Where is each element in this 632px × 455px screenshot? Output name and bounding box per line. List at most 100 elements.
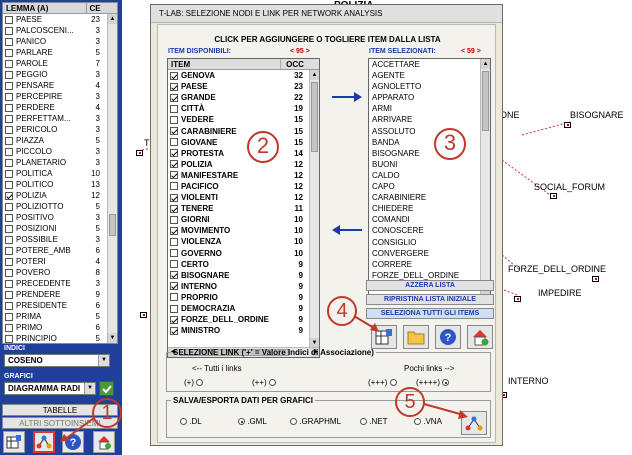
- lemma-row[interactable]: PAROLE 7: [3, 58, 117, 69]
- chevron-down-icon[interactable]: ▼: [98, 355, 109, 366]
- item-checkbox[interactable]: [170, 127, 178, 136]
- dialog-home-button[interactable]: [467, 325, 493, 349]
- lemma-row[interactable]: PERCEPIRE 3: [3, 91, 117, 102]
- item-checkbox[interactable]: [170, 115, 178, 124]
- selected-item[interactable]: ASSOLUTO: [369, 126, 490, 137]
- lemma-checkbox[interactable]: [5, 147, 13, 156]
- lemma-row[interactable]: PEGGIO 3: [3, 69, 117, 80]
- occ-header[interactable]: OCC: [281, 59, 309, 69]
- lemma-checkbox[interactable]: [5, 235, 13, 244]
- item-row[interactable]: DEMOCRAZIA 9: [168, 303, 319, 314]
- lemma-row[interactable]: PRIMO 6: [3, 322, 117, 333]
- lemma-checkbox[interactable]: [5, 279, 13, 288]
- selected-item[interactable]: CONVERGERE: [369, 248, 490, 259]
- selected-item[interactable]: CONSIGLIO: [369, 237, 490, 248]
- item-row[interactable]: PACIFICO 12: [168, 181, 319, 192]
- graph-node-left[interactable]: [140, 312, 147, 318]
- link-option[interactable]: (+): [184, 378, 204, 387]
- item-checkbox[interactable]: [170, 226, 178, 235]
- lemma-row[interactable]: PRINCIPIO 5: [3, 333, 117, 343]
- open-folder-button[interactable]: [403, 325, 429, 349]
- item-row[interactable]: MINISTRO 9: [168, 325, 319, 336]
- graph-node-bisognare[interactable]: [564, 122, 571, 128]
- item-row[interactable]: VEDERE 15: [168, 114, 319, 125]
- lemma-header[interactable]: LEMMA (A): [3, 3, 87, 13]
- selected-item[interactable]: ARRIVARE: [369, 114, 490, 125]
- dialog-help-button[interactable]: ?: [435, 325, 461, 349]
- item-row[interactable]: MANIFESTARE 12: [168, 170, 319, 181]
- lemma-checkbox[interactable]: [5, 81, 13, 90]
- lemma-row[interactable]: POVERO 8: [3, 267, 117, 278]
- lemma-row[interactable]: PARLARE 5: [3, 47, 117, 58]
- link-radio[interactable]: [389, 379, 397, 387]
- item-checkbox[interactable]: [170, 193, 178, 202]
- table-tool-button[interactable]: [3, 431, 25, 453]
- item-checkbox[interactable]: [170, 304, 178, 313]
- scroll-up-icon[interactable]: ▲: [108, 14, 117, 24]
- lemma-checkbox[interactable]: [5, 323, 13, 332]
- lemma-checkbox[interactable]: [5, 103, 13, 112]
- lemma-checkbox[interactable]: [5, 191, 13, 200]
- lemma-row[interactable]: POLIZIOTTO 5: [3, 201, 117, 212]
- lemma-row[interactable]: PICCOLO 3: [3, 146, 117, 157]
- item-checkbox[interactable]: [170, 138, 178, 147]
- item-row[interactable]: INTERNO 9: [168, 281, 319, 292]
- lemma-row[interactable]: PRECEDENTE 3: [3, 278, 117, 289]
- item-row[interactable]: GRANDE 22: [168, 92, 319, 103]
- selected-scrollbar[interactable]: ▲ ▼: [480, 59, 490, 294]
- scroll-thumb[interactable]: [109, 214, 116, 236]
- lemma-row[interactable]: POSIZIONI 5: [3, 223, 117, 234]
- item-row[interactable]: CITTÀ 19: [168, 103, 319, 114]
- save-radio[interactable]: [414, 418, 421, 426]
- lemma-scrollbar[interactable]: ▲ ▼: [107, 14, 117, 343]
- selected-item[interactable]: AGNOLETTO: [369, 81, 490, 92]
- item-checkbox[interactable]: [170, 149, 178, 158]
- item-row[interactable]: GENOVA 32: [168, 70, 319, 81]
- item-checkbox[interactable]: [170, 237, 178, 246]
- item-row[interactable]: PROPRIO 9: [168, 292, 319, 303]
- graph-node-forze[interactable]: [592, 276, 599, 282]
- item-row[interactable]: MOVIMENTO 10: [168, 225, 319, 236]
- item-checkbox[interactable]: [170, 271, 178, 280]
- scroll-down-icon[interactable]: ▼: [108, 333, 117, 343]
- item-checkbox[interactable]: [170, 249, 178, 258]
- item-checkbox[interactable]: [170, 71, 178, 80]
- graph-node-te[interactable]: [136, 150, 143, 156]
- lemma-checkbox[interactable]: [5, 70, 13, 79]
- indici-select[interactable]: COSENO ▼: [4, 354, 110, 367]
- save-radio[interactable]: [290, 418, 297, 426]
- graph-node-impedire[interactable]: [514, 296, 521, 302]
- lemma-row[interactable]: PERDERE 4: [3, 102, 117, 113]
- selected-item[interactable]: CHIEDERE: [369, 203, 490, 214]
- lemma-checkbox[interactable]: [5, 114, 13, 123]
- item-row[interactable]: GIORNI 10: [168, 214, 319, 225]
- lemma-checkbox[interactable]: [5, 268, 13, 277]
- lemma-row[interactable]: PALCOSCENI... 3: [3, 25, 117, 36]
- selected-item[interactable]: CARABINIERE: [369, 192, 490, 203]
- lemma-checkbox[interactable]: [5, 59, 13, 68]
- item-checkbox[interactable]: [170, 293, 178, 302]
- lemma-row[interactable]: POLITICA 10: [3, 168, 117, 179]
- lemma-row[interactable]: PENSARE 4: [3, 80, 117, 91]
- item-checkbox[interactable]: [170, 215, 178, 224]
- selected-item[interactable]: CORRERE: [369, 259, 490, 270]
- save-option[interactable]: .DL: [180, 417, 202, 426]
- selected-item[interactable]: COMANDI: [369, 214, 490, 225]
- grafici-select[interactable]: DIAGRAMMA RADI ▼: [4, 382, 96, 395]
- link-radio[interactable]: [196, 379, 204, 387]
- save-option[interactable]: .GRAPHML: [290, 417, 341, 426]
- item-checkbox[interactable]: [170, 82, 178, 91]
- lemma-row[interactable]: POLITICO 13: [3, 179, 117, 190]
- azzera-lista-button[interactable]: AZZERA LISTA: [366, 280, 494, 291]
- chevron-down-icon[interactable]: ▼: [84, 383, 95, 394]
- lemma-checkbox[interactable]: [5, 158, 13, 167]
- lemma-row[interactable]: PRESIDENTE 6: [3, 300, 117, 311]
- item-row[interactable]: VIOLENZA 10: [168, 236, 319, 247]
- lemma-checkbox[interactable]: [5, 15, 13, 24]
- scroll-up-icon[interactable]: ▲: [310, 70, 319, 80]
- lemma-checkbox[interactable]: [5, 26, 13, 35]
- item-row[interactable]: VIOLENTI 12: [168, 192, 319, 203]
- lemma-row[interactable]: PERFETTAM... 3: [3, 113, 117, 124]
- link-option[interactable]: (+++): [368, 378, 397, 387]
- scroll-thumb[interactable]: [311, 82, 318, 152]
